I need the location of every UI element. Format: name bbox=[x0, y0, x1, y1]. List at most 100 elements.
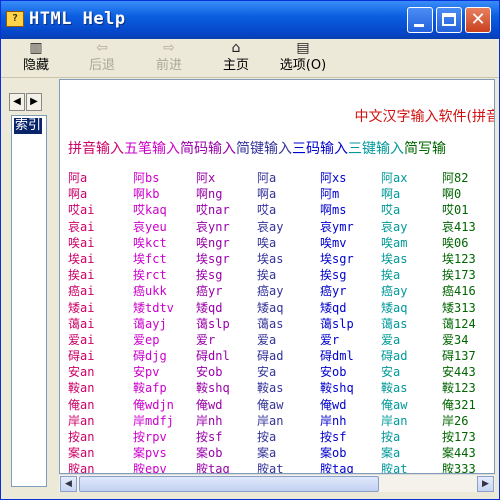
grid-cell: 唉mv bbox=[320, 235, 347, 250]
minimize-button[interactable] bbox=[407, 7, 433, 33]
grid-cell: 岸nh bbox=[320, 413, 347, 428]
grid-cell: 爱r bbox=[196, 332, 216, 347]
grid-cell: 爱ai bbox=[68, 332, 95, 347]
grid-cell: 案a bbox=[257, 446, 277, 461]
grid-cell: 胺333 bbox=[442, 462, 476, 474]
grid-cell: 按an bbox=[68, 430, 95, 444]
window-title: HTML Help bbox=[29, 9, 126, 29]
grid-cell: 鞍as bbox=[257, 381, 284, 396]
forward-arrow-icon: ⇨ bbox=[163, 40, 175, 56]
grid-cell: 安ob bbox=[320, 365, 347, 380]
grid-cell: 挨a bbox=[381, 268, 401, 283]
grid-cell: 爱34 bbox=[442, 332, 469, 347]
grid-cell: 胺tag bbox=[320, 462, 354, 474]
minimize-icon bbox=[414, 24, 424, 27]
back-label: 后退 bbox=[88, 58, 115, 73]
grid-cell: 哎a bbox=[381, 203, 401, 218]
grid-cell: 鞍shq bbox=[196, 381, 230, 396]
grid-column: 阿x 啊ng 哎nar 哀ynr 唉ngr 埃sgr 挨sg 癌yr 矮qd 蔼slp 爱r 碍dnl… bbox=[196, 170, 230, 474]
title-bar[interactable]: ? HTML Help ✕ bbox=[1, 1, 499, 39]
grid-cell: 安a bbox=[381, 365, 401, 380]
scroll-left-icon[interactable]: ◀ bbox=[60, 476, 77, 492]
grid-cell: 啊a bbox=[68, 187, 88, 202]
grid-cell: 挨sg bbox=[196, 268, 223, 283]
grid-cell: 阿a bbox=[257, 171, 277, 185]
grid-cell: 岸an bbox=[381, 413, 408, 428]
grid-cell: 蔼slp bbox=[196, 316, 230, 331]
grid-cell: 案an bbox=[68, 446, 95, 461]
options-button[interactable]: ▤ 选项(O) bbox=[273, 39, 333, 77]
grid-cell: 埃as bbox=[257, 251, 284, 266]
grid-cell: 哀ai bbox=[68, 219, 95, 234]
back-arrow-icon: ⇦ bbox=[96, 40, 108, 56]
grid-cell: 俺aw bbox=[257, 397, 284, 412]
grid-cell: 阿m bbox=[320, 187, 340, 202]
toolbar: ▥ 隐藏 ⇦ 后退 ⇨ 前进 ⌂ 主页 ▤ 选项(O) bbox=[1, 39, 499, 78]
grid-cell: 岸an bbox=[68, 413, 95, 428]
grid-cell: 碍137 bbox=[442, 349, 476, 364]
grid-cell: 俺wdjn bbox=[133, 397, 174, 412]
horizontal-scrollbar[interactable]: ◀ ▶ bbox=[59, 474, 495, 493]
grid-cell: 碍ad bbox=[257, 349, 284, 364]
grid-cell: 按a bbox=[381, 430, 401, 444]
grid-cell: 鞍afp bbox=[133, 381, 167, 396]
index-list[interactable]: 索引 bbox=[11, 115, 47, 487]
grid-cell: 矮aq bbox=[381, 300, 408, 315]
input-method-label: 简码输入 bbox=[180, 141, 236, 157]
maximize-button[interactable] bbox=[436, 7, 462, 33]
grid-cell: 癌yr bbox=[196, 284, 223, 299]
pane-left-arrow-icon[interactable]: ◀ bbox=[9, 93, 25, 111]
grid-cell: 胺at bbox=[381, 462, 408, 474]
grid-cell: 蔼ai bbox=[68, 316, 95, 331]
grid-cell: 阿a bbox=[68, 171, 88, 185]
grid-cell: 碍djg bbox=[133, 349, 167, 364]
grid-cell: 癌yr bbox=[320, 284, 347, 299]
grid-cell: 埃ai bbox=[68, 251, 95, 266]
grid-cell: 埃123 bbox=[442, 251, 476, 266]
input-method-label: 三码输入 bbox=[292, 141, 348, 157]
grid-cell: 唉a bbox=[257, 235, 277, 250]
scroll-thumb[interactable] bbox=[79, 476, 379, 492]
grid-cell: 胺tag bbox=[196, 462, 230, 474]
grid-cell: 埃fct bbox=[133, 251, 167, 266]
scroll-right-icon[interactable]: ▶ bbox=[477, 476, 494, 492]
hide-button[interactable]: ▥ 隐藏 bbox=[11, 39, 61, 77]
grid-cell: 蔼as bbox=[381, 316, 408, 331]
back-button[interactable]: ⇦ 后退 bbox=[77, 39, 127, 77]
grid-cell: 挨rct bbox=[133, 268, 167, 283]
home-button[interactable]: ⌂ 主页 bbox=[211, 39, 261, 77]
grid-cell: 安ob bbox=[196, 365, 223, 380]
grid-cell: 安443 bbox=[442, 365, 476, 380]
grid-cell: 癌ukk bbox=[133, 284, 167, 299]
input-method-label: 简键输入 bbox=[236, 141, 292, 157]
tab-index[interactable]: 索引 bbox=[14, 118, 43, 134]
close-button[interactable]: ✕ bbox=[465, 7, 491, 33]
pane-right-arrow-icon[interactable]: ▶ bbox=[26, 93, 42, 111]
grid-cell: 鞍an bbox=[68, 381, 95, 396]
grid-cell: 胺an bbox=[68, 462, 95, 474]
grid-cell: 鞍shq bbox=[320, 381, 354, 396]
hide-pane-icon: ▥ bbox=[29, 40, 43, 56]
grid-column: 阿a 啊a 哎ai 哀ai 唉ai 埃ai 挨ai 癌ai 矮ai 蔼ai 爱ai 碍ai 安an 鞍an… bbox=[68, 170, 95, 474]
grid-cell: 俺321 bbox=[442, 397, 476, 412]
grid-cell: 唉ai bbox=[68, 235, 95, 250]
grid-cell: 哀ay bbox=[381, 219, 408, 234]
grid-cell: 蔼slp bbox=[320, 316, 354, 331]
forward-button[interactable]: ⇨ 前进 bbox=[144, 39, 194, 77]
help-app-icon: ? bbox=[6, 11, 24, 27]
grid-cell: 俺aw bbox=[381, 397, 408, 412]
grid-cell: 阿ax bbox=[381, 171, 408, 185]
grid-cell: 蔼124 bbox=[442, 316, 476, 331]
input-method-label: 三键输入 bbox=[348, 141, 404, 157]
grid-cell: 按173 bbox=[442, 430, 476, 444]
grid-cell: 案ob bbox=[320, 446, 347, 461]
grid-cell: 啊a bbox=[381, 187, 401, 202]
grid-cell: 案443 bbox=[442, 446, 476, 461]
grid-cell: 按sf bbox=[320, 430, 347, 444]
grid-cell: 埃as bbox=[381, 251, 408, 266]
grid-cell: 胺at bbox=[257, 462, 284, 474]
grid-cell: 阿x bbox=[196, 171, 216, 185]
grid-cell: 啊ms bbox=[320, 203, 347, 218]
grid-cell: 唉06 bbox=[442, 235, 469, 250]
grid-cell: 阿82 bbox=[442, 171, 469, 185]
